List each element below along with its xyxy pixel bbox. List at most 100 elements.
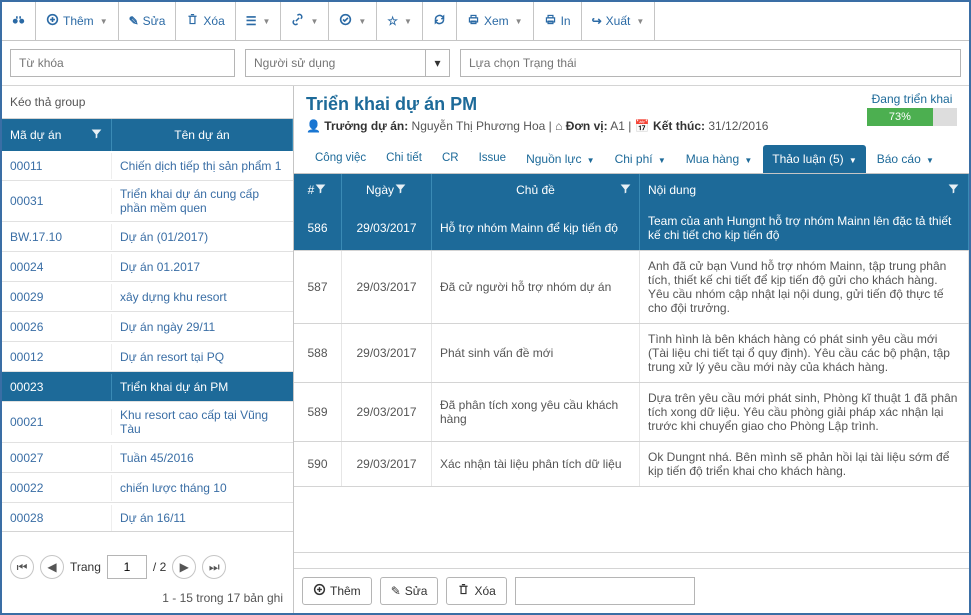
detail-panel: Triển khai dự án PM 👤 Trưởng dự án: Nguy… xyxy=(294,86,969,613)
row-date: 29/03/2017 xyxy=(342,442,432,486)
filter-icon[interactable] xyxy=(90,127,103,143)
pager-prev-button[interactable]: ◀ xyxy=(40,555,64,579)
footer-search-input[interactable] xyxy=(515,577,695,605)
filter-icon[interactable] xyxy=(314,182,327,198)
project-row[interactable]: 00029xây dựng khu resort xyxy=(2,282,293,312)
printer-icon xyxy=(544,13,557,29)
row-date: 29/03/2017 xyxy=(342,206,432,250)
project-name: Dự án (01/2017) xyxy=(112,224,293,250)
project-id: 00027 xyxy=(2,445,112,471)
binoculars-icon xyxy=(12,13,25,29)
project-row[interactable]: BW.17.10Dự án (01/2017) xyxy=(2,222,293,252)
row-num: 590 xyxy=(294,442,342,486)
tab-issue[interactable]: Issue xyxy=(470,145,516,173)
footer-delete-button[interactable]: Xóa xyxy=(446,577,506,605)
project-row[interactable]: 00011Chiến dịch tiếp thị sản phẩm 1 xyxy=(2,151,293,181)
discuss-row[interactable]: 58729/03/2017Đã cử người hỗ trợ nhóm dự … xyxy=(294,251,969,324)
filter-icon[interactable] xyxy=(619,182,632,198)
progress-label: Đang triển khai xyxy=(867,92,957,106)
row-date: 29/03/2017 xyxy=(342,383,432,441)
project-title: Triển khai dự án PM xyxy=(306,94,957,115)
progress-fill: 73% xyxy=(867,108,933,126)
project-subtitle: 👤 Trưởng dự án: Nguyễn Thị Phương Hoa | … xyxy=(306,119,957,133)
tab-cost[interactable]: Chi phí ▼ xyxy=(606,145,675,173)
print-button[interactable]: In xyxy=(534,2,582,40)
edit-button[interactable]: ✎Sửa xyxy=(119,2,177,40)
project-row[interactable]: 00026Dự án ngày 29/11 xyxy=(2,312,293,342)
footer-add-button[interactable]: Thêm xyxy=(302,577,372,605)
plus-circle-icon xyxy=(46,13,59,29)
project-row[interactable]: 00024Dự án 01.2017 xyxy=(2,252,293,282)
star-button[interactable]: ☆▼ xyxy=(377,2,423,40)
project-row[interactable]: 00028Dự án 16/11 xyxy=(2,503,293,531)
menu-button[interactable]: ☰▼ xyxy=(236,2,282,40)
project-name: Tuần 45/2016 xyxy=(112,445,293,471)
tab-purchase[interactable]: Mua hàng ▼ xyxy=(677,145,762,173)
keyword-input[interactable] xyxy=(10,49,235,77)
h-scrollbar[interactable] xyxy=(294,552,969,568)
tab-task[interactable]: Công việc xyxy=(306,145,375,173)
pager-page-input[interactable] xyxy=(107,555,147,579)
project-name: xây dựng khu resort xyxy=(112,284,293,310)
project-name: Dự án ngày 29/11 xyxy=(112,314,293,340)
project-grid-header: Mã dự án Tên dự án xyxy=(2,119,293,151)
discuss-row[interactable]: 59029/03/2017Xác nhận tài liệu phân tích… xyxy=(294,442,969,487)
project-row[interactable]: 00031Triển khai dự án cung cấp phần mềm … xyxy=(2,181,293,222)
discuss-row[interactable]: 58929/03/2017Đã phân tích xong yêu cầu k… xyxy=(294,383,969,442)
view-button[interactable]: Xem▼ xyxy=(457,2,534,40)
project-name: Dự án 16/11 xyxy=(112,505,293,531)
tab-cr[interactable]: CR xyxy=(433,145,468,173)
edit-label: Sửa xyxy=(143,14,166,28)
col-id-label: Mã dự án xyxy=(10,128,61,142)
project-id: 00012 xyxy=(2,344,112,370)
tab-resource[interactable]: Nguồn lực ▼ xyxy=(517,145,604,173)
tab-report[interactable]: Báo cáo ▼ xyxy=(868,145,943,173)
project-name: Triển khai dự án cung cấp phần mềm quen xyxy=(112,181,293,221)
discuss-row[interactable]: 58629/03/2017Hỗ trợ nhóm Mainn để kịp ti… xyxy=(294,206,969,251)
caret-down-icon: ▼ xyxy=(100,17,108,26)
binoculars-button[interactable] xyxy=(2,2,36,40)
row-subject: Đã phân tích xong yêu cầu khách hàng xyxy=(432,383,640,441)
project-row[interactable]: 00023Triển khai dự án PM xyxy=(2,372,293,402)
link-button[interactable]: ▼ xyxy=(281,2,329,40)
project-row[interactable]: 00027Tuần 45/2016 xyxy=(2,443,293,473)
pager-next-button[interactable]: ▶ xyxy=(172,555,196,579)
plus-circle-icon xyxy=(313,583,326,599)
check-button[interactable]: ▼ xyxy=(329,2,377,40)
project-name: chiến lược tháng 10 xyxy=(112,475,293,501)
refresh-button[interactable] xyxy=(423,2,457,40)
project-name: Dự án 01.2017 xyxy=(112,254,293,280)
project-row[interactable]: 00021Khu resort cao cấp tại Vũng Tàu xyxy=(2,402,293,443)
footer-edit-button[interactable]: ✎Sửa xyxy=(380,577,439,605)
pager-first-button[interactable]: ⏮ xyxy=(10,555,34,579)
tab-discuss[interactable]: Thảo luận (5) ▼ xyxy=(763,145,866,173)
project-rows: 00011Chiến dịch tiếp thị sản phẩm 100031… xyxy=(2,151,293,531)
discuss-row[interactable]: 58829/03/2017Phát sinh vấn đề mớiTình hì… xyxy=(294,324,969,383)
progress-widget: Đang triển khai 73% xyxy=(867,92,957,126)
delete-button[interactable]: Xóa xyxy=(176,2,235,40)
pager-last-button[interactable]: ⏭ xyxy=(202,555,226,579)
project-row[interactable]: 00022chiến lược tháng 10 xyxy=(2,473,293,503)
filter-icon[interactable] xyxy=(947,182,960,198)
user-select[interactable]: ▾ xyxy=(245,49,450,77)
project-row[interactable]: 00012Dự án resort tại PQ xyxy=(2,342,293,372)
caret-down-icon: ▼ xyxy=(263,17,271,26)
export-button[interactable]: ↪Xuất▼ xyxy=(582,2,656,40)
pager: ⏮ ◀ Trang / 2 ▶ ⏭ xyxy=(2,547,293,587)
filter-icon[interactable] xyxy=(394,182,407,198)
calendar-icon: 📅 xyxy=(635,119,650,133)
row-subject: Phát sinh vấn đề mới xyxy=(432,324,640,382)
caret-down-icon: ▼ xyxy=(658,156,666,165)
h-scrollbar[interactable] xyxy=(2,531,293,547)
status-input[interactable] xyxy=(460,49,961,77)
add-button[interactable]: Thêm▼ xyxy=(36,2,119,40)
project-name: Triển khai dự án PM xyxy=(112,374,293,400)
discuss-footer: Thêm ✎Sửa Xóa xyxy=(294,568,969,613)
caret-down-icon[interactable]: ▾ xyxy=(426,49,450,77)
project-id: 00031 xyxy=(2,188,112,214)
tab-detail[interactable]: Chi tiết xyxy=(377,145,431,173)
main-toolbar: Thêm▼ ✎Sửa Xóa ☰▼ ▼ ▼ ☆▼ Xem▼ In ↪Xuất▼ xyxy=(2,2,969,41)
user-icon: 👤 xyxy=(306,119,321,133)
project-id: BW.17.10 xyxy=(2,224,112,250)
group-drop-zone[interactable]: Kéo thả group xyxy=(2,86,293,119)
